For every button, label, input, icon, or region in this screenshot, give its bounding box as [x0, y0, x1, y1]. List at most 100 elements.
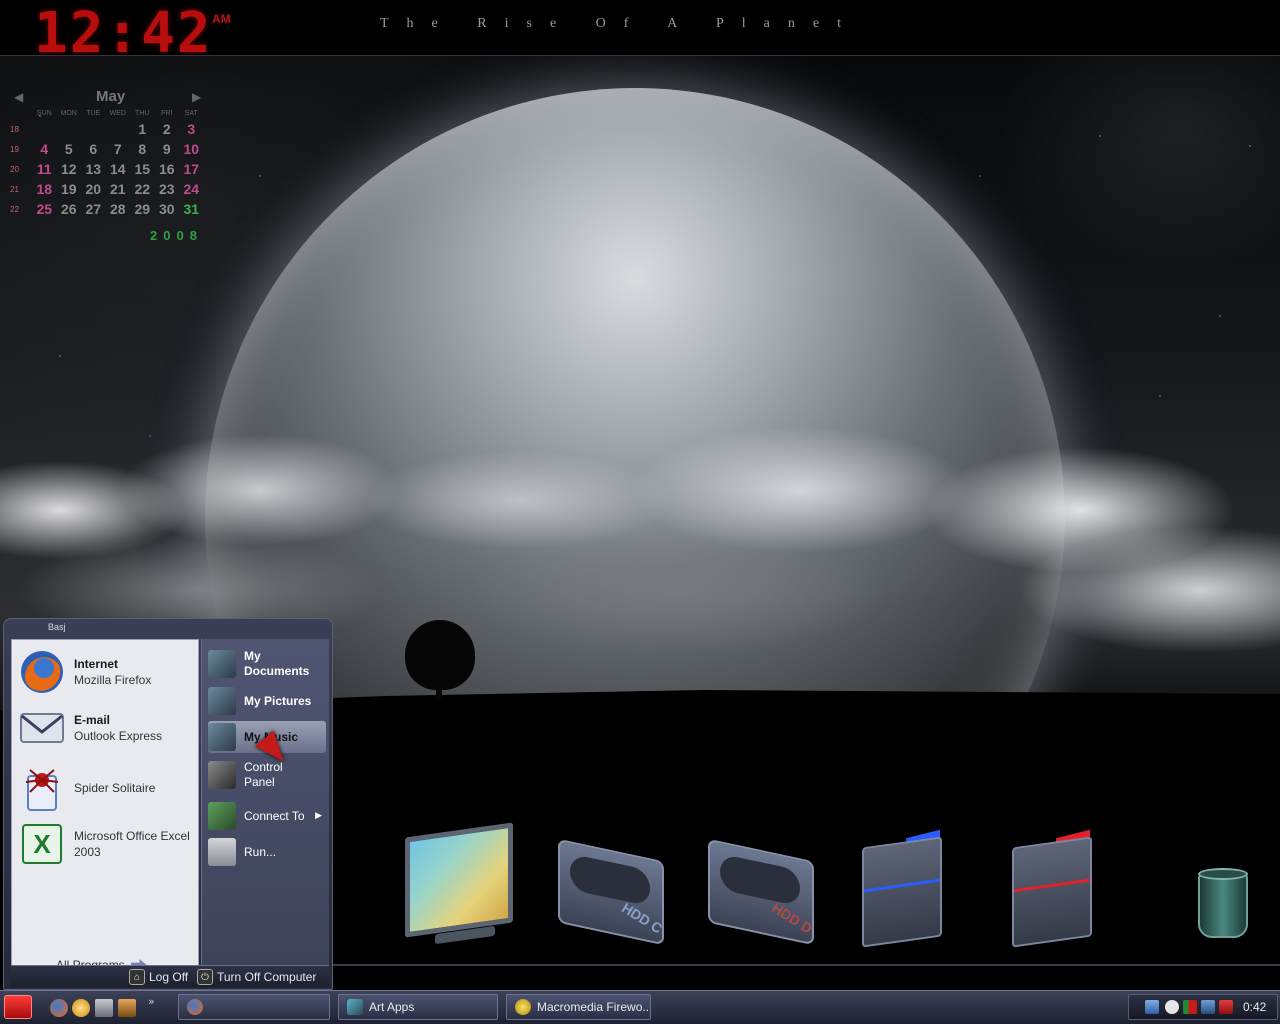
- start-item-title: Internet: [74, 657, 119, 671]
- tree-trunk: [436, 670, 442, 700]
- calendar-day[interactable]: 16: [155, 161, 180, 177]
- bin-lid: [1198, 868, 1248, 880]
- calendar-day[interactable]: 17: [179, 161, 204, 177]
- calendar-week-number: 18: [10, 125, 19, 134]
- start-item-subtitle: Outlook Express: [74, 729, 163, 743]
- log-off-label: Log Off: [149, 970, 189, 984]
- start-item-label: Control Panel: [244, 760, 283, 789]
- calendar-weekday: WED: [109, 110, 126, 117]
- taskbar-button-fireworks[interactable]: Macromedia Firewo...: [506, 994, 651, 1020]
- start-button[interactable]: [4, 995, 32, 1019]
- hdd-d-drive-icon[interactable]: HDD D: [708, 838, 818, 946]
- calendar-day[interactable]: 21: [106, 181, 131, 197]
- start-item-connect-to[interactable]: Connect To ▶: [208, 801, 326, 831]
- calendar-day[interactable]: 29: [130, 201, 155, 217]
- calendar-day[interactable]: 13: [81, 161, 106, 177]
- calendar-header: ◀ May ▶: [10, 88, 210, 110]
- calendar-day[interactable]: 9: [155, 141, 180, 157]
- calendar-week-number: 21: [10, 185, 19, 194]
- my-documents-icon: [208, 650, 236, 678]
- calendar-weekday: SAT: [184, 110, 198, 117]
- removable-drive-blue-icon[interactable]: [862, 829, 947, 948]
- tray-clock: 0:42: [1243, 1000, 1267, 1014]
- taskbar: » Art Apps Macromedia Firewo... 0:42: [0, 990, 1280, 1024]
- calendar-day[interactable]: 27: [81, 201, 106, 217]
- calendar-day[interactable]: 23: [155, 181, 180, 197]
- start-item-label: My Pictures: [244, 693, 312, 708]
- calendar-week-number: 22: [10, 205, 19, 214]
- meter-icon[interactable]: [1183, 1000, 1197, 1014]
- calendar-day[interactable]: 18: [32, 181, 57, 197]
- start-item-label: Run...: [244, 844, 277, 859]
- calendar-weekday: TUE: [86, 110, 101, 117]
- start-item-internet[interactable]: Internet Mozilla Firefox: [18, 648, 194, 696]
- calendar-day[interactable]: 1: [130, 121, 155, 137]
- calendar-day[interactable]: 11: [32, 161, 57, 177]
- calendar-weekday: THU: [135, 110, 150, 117]
- system-tray: 0:42: [1128, 994, 1278, 1020]
- calendar-day[interactable]: 8: [130, 141, 155, 157]
- start-item-my-documents[interactable]: My Documents: [208, 647, 326, 681]
- firefox-icon: [18, 648, 66, 696]
- quicklaunch-tools-icon[interactable]: [118, 999, 136, 1017]
- bin-body: [1198, 874, 1248, 938]
- taskbar-button-firefox[interactable]: [178, 994, 330, 1020]
- calendar-day[interactable]: 22: [130, 181, 155, 197]
- quicklaunch-more-icon[interactable]: »: [148, 995, 155, 1008]
- removable-drive-red-icon[interactable]: [1012, 829, 1097, 948]
- calendar-day[interactable]: 26: [57, 201, 82, 217]
- calendar-day[interactable]: 5: [57, 141, 82, 157]
- calendar-month: May: [96, 88, 126, 105]
- chevron-left-icon[interactable]: ◀: [14, 90, 23, 104]
- start-menu-footer: ⌂ Log Off ⏻ Turn Off Computer: [11, 965, 329, 987]
- start-item-email[interactable]: E-mail Outlook Express: [18, 704, 194, 752]
- calendar-day[interactable]: 12: [57, 161, 82, 177]
- calendar-grid: SUN MON TUE WED THU FRI SAT 18 1 2 3 19 4 5 6 7 8 9 10 20 11…: [10, 110, 210, 217]
- calendar-day[interactable]: 10: [179, 141, 204, 157]
- security-shield-icon[interactable]: [1219, 1000, 1233, 1014]
- start-item-label: My Documents: [244, 649, 310, 678]
- calendar-day[interactable]: 25: [32, 201, 57, 217]
- recycle-bin-icon[interactable]: [1198, 868, 1250, 940]
- update-icon[interactable]: [1201, 1000, 1215, 1014]
- calendar-weekday: MON: [60, 110, 77, 117]
- drive-body: [1012, 836, 1092, 948]
- lock-icon: ⌂: [129, 969, 145, 985]
- start-item-control-panel[interactable]: Control Panel: [208, 757, 326, 793]
- turn-off-button[interactable]: ⏻ Turn Off Computer: [197, 969, 316, 985]
- calendar-day[interactable]: 30: [155, 201, 180, 217]
- chevron-right-icon[interactable]: ▶: [192, 90, 201, 104]
- calendar-day[interactable]: 6: [81, 141, 106, 157]
- calendar-day[interactable]: 28: [106, 201, 131, 217]
- calendar-day[interactable]: 20: [81, 181, 106, 197]
- calendar-day: [57, 121, 82, 137]
- calendar-day[interactable]: 2: [155, 121, 180, 137]
- start-item-excel[interactable]: X Microsoft Office Excel 2003: [18, 820, 194, 868]
- calendar-day[interactable]: 15: [130, 161, 155, 177]
- quicklaunch-media-player-icon[interactable]: [72, 999, 90, 1017]
- calendar-day: [32, 121, 57, 137]
- taskbar-button-art-apps[interactable]: Art Apps: [338, 994, 498, 1020]
- quicklaunch-firefox-icon[interactable]: [50, 999, 68, 1017]
- start-item-title: E-mail: [74, 713, 111, 727]
- my-computer-monitor-icon[interactable]: [405, 822, 515, 945]
- calendar-day[interactable]: 4: [32, 141, 57, 157]
- calendar-day[interactable]: 31: [179, 201, 204, 217]
- calendar-day[interactable]: 7: [106, 141, 131, 157]
- start-item-my-pictures[interactable]: My Pictures: [208, 685, 326, 717]
- start-menu-left-pane: Internet Mozilla Firefox E-mail Outlook Ex…: [11, 639, 199, 975]
- start-menu-username: Basj: [48, 622, 66, 632]
- drive-body: [862, 836, 942, 948]
- calendar-day[interactable]: 24: [179, 181, 204, 197]
- calendar-day[interactable]: 19: [57, 181, 82, 197]
- calendar-day[interactable]: 14: [106, 161, 131, 177]
- log-off-button[interactable]: ⌂ Log Off: [129, 969, 188, 985]
- start-item-spider-solitaire[interactable]: Spider Solitaire: [18, 764, 194, 812]
- calendar-day[interactable]: 3: [179, 121, 204, 137]
- start-item-subtitle: Mozilla Firefox: [74, 673, 152, 687]
- start-item-run[interactable]: Run...: [208, 837, 326, 867]
- network-icon[interactable]: [1145, 1000, 1159, 1014]
- quicklaunch-calendar-icon[interactable]: [95, 999, 113, 1017]
- status-circle-icon[interactable]: [1165, 1000, 1179, 1014]
- hdd-c-drive-icon[interactable]: HDD C: [558, 838, 668, 946]
